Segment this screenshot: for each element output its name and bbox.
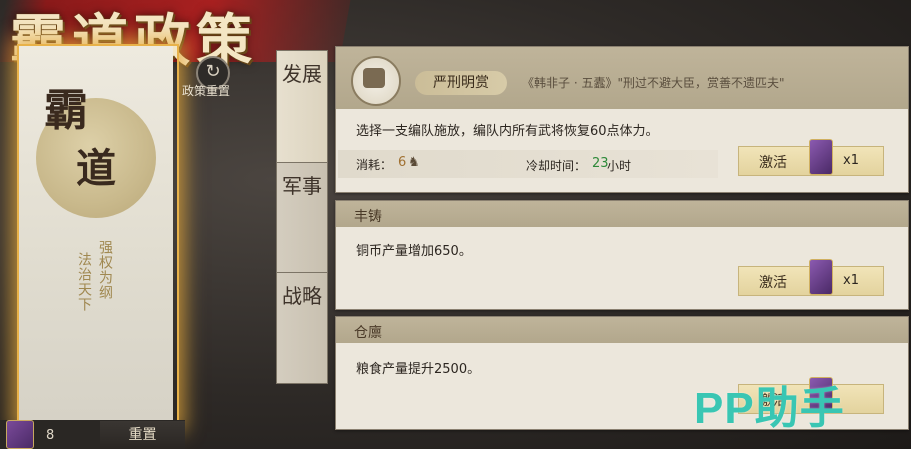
- policy-header: [336, 317, 908, 343]
- cooldown-unit: 小时: [607, 159, 632, 173]
- tab-label: 军事: [282, 174, 322, 198]
- activate-button[interactable]: 激活 x1: [738, 139, 884, 176]
- emblem-char-bottom: 道: [76, 145, 116, 192]
- horse-icon: ♞: [408, 155, 420, 170]
- motto-column-1: 强权为纲: [97, 240, 113, 300]
- activate-count: x1: [843, 153, 859, 168]
- policy-token-icon: [809, 139, 833, 175]
- activate-count: x1: [843, 273, 859, 288]
- general-icon: [363, 68, 385, 88]
- motto-column-2: 法治天下: [76, 252, 92, 312]
- policy-description: 铜币产量增加650。: [356, 244, 472, 259]
- tab-label: 战略: [282, 284, 322, 308]
- cost-value: 6: [398, 155, 407, 170]
- tab-label: 发展: [282, 62, 322, 86]
- policy-token-icon: [6, 420, 34, 449]
- emblem-calligraphy: 霸 道: [38, 82, 138, 198]
- tab-development[interactable]: 发展: [276, 50, 328, 164]
- activate-button[interactable]: 激活 x1: [738, 259, 884, 296]
- policy-description: 选择一支编队施放，编队内所有武将恢复60点体力。: [356, 124, 659, 139]
- tab-strategy[interactable]: 战略: [276, 272, 328, 384]
- token-count: 8: [46, 428, 55, 443]
- cost-label: 消耗：: [356, 158, 393, 172]
- tab-military[interactable]: 军事: [276, 162, 328, 274]
- watermark-logo: PP助手: [694, 384, 845, 433]
- policy-name: 丰铸: [354, 209, 382, 225]
- policy-name: 严刑明赏: [415, 71, 507, 95]
- activate-label: 激活: [759, 155, 787, 171]
- emblem-char-top: 霸: [44, 85, 88, 136]
- policy-quote: 《韩非子 · 五蠹》"刑过不避大臣，赏善不遗匹夫": [522, 76, 785, 90]
- policy-name: 仓廪: [354, 325, 382, 341]
- reset-policy-label[interactable]: 政策重置: [182, 82, 230, 99]
- cooldown-label: 冷却时间：: [526, 159, 587, 173]
- policy-token-icon: [809, 259, 833, 295]
- activate-label: 激活: [759, 275, 787, 291]
- policy-header: [336, 201, 908, 227]
- reset-button[interactable]: 重置: [100, 421, 185, 449]
- policy-description: 粮食产量提升2500。: [356, 362, 481, 377]
